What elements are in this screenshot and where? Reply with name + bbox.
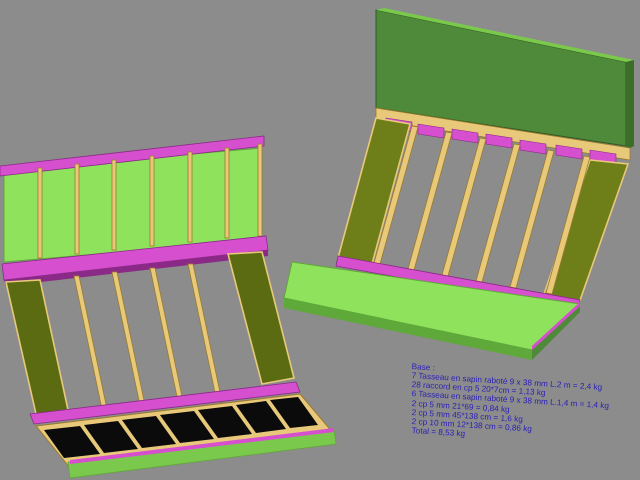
left-seat-battens [73, 263, 223, 415]
right-model [283, 8, 634, 360]
3d-viewport [0, 8, 634, 479]
left-side-wall-right [226, 251, 295, 385]
left-side-wall-left [5, 279, 69, 415]
